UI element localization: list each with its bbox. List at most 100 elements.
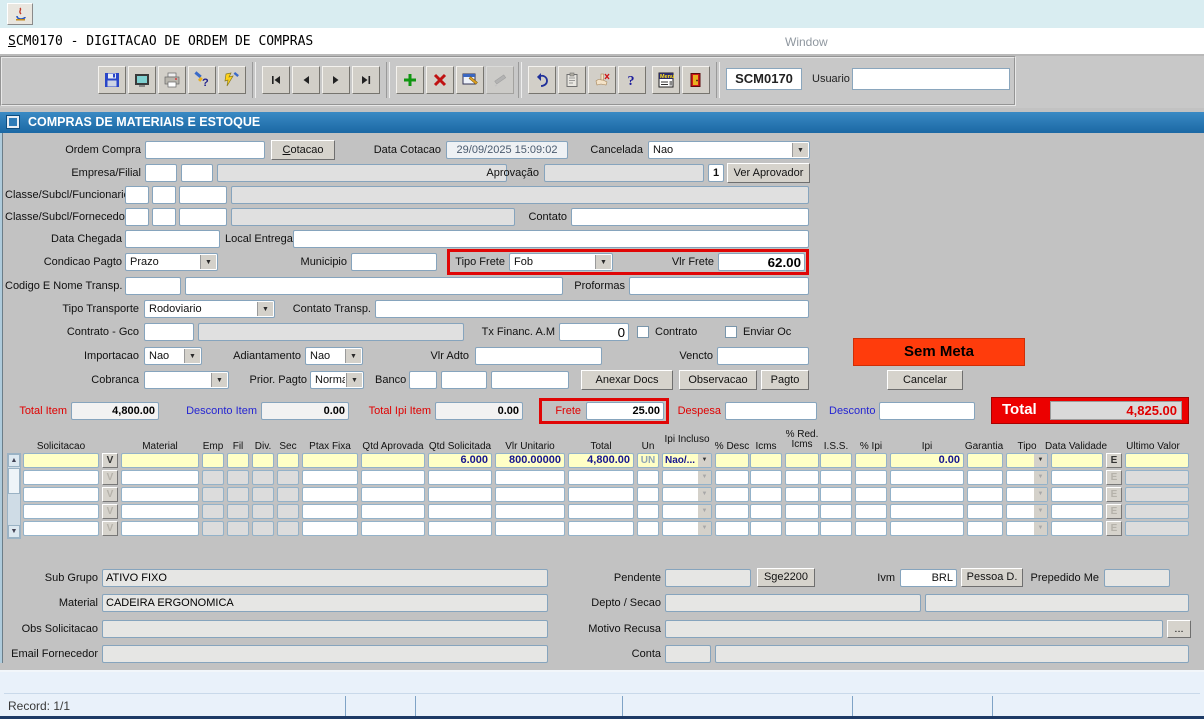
cell-data-validade[interactable]: [1051, 453, 1103, 468]
cell-vlr-unitario[interactable]: [495, 521, 565, 536]
v-button[interactable]: V: [102, 453, 118, 468]
undo-button[interactable]: [528, 66, 556, 94]
cell-ipi[interactable]: [890, 521, 964, 536]
scroll-up-icon[interactable]: ▲: [8, 454, 20, 467]
observacao-button[interactable]: Observacao: [679, 370, 757, 390]
cell-pct-red-icms[interactable]: [785, 453, 819, 468]
empresa-input[interactable]: [145, 164, 177, 182]
cell-qtd-aprovada[interactable]: [361, 487, 425, 502]
tipo-transporte-dropdown[interactable]: Rodoviario▼: [144, 300, 275, 318]
cell-pct-ipi[interactable]: [855, 521, 887, 536]
delete-record-button[interactable]: [426, 66, 454, 94]
cell-iss[interactable]: [820, 521, 852, 536]
cell-material[interactable]: [121, 470, 199, 485]
vencto-input[interactable]: [717, 347, 809, 365]
cell-qtd-solicitada[interactable]: [428, 521, 492, 536]
cell-material[interactable]: [121, 521, 199, 536]
cobranca-dropdown[interactable]: ▼: [144, 371, 229, 389]
codigo-transp-input[interactable]: [125, 277, 181, 295]
execute-button[interactable]: [218, 66, 246, 94]
cell-solicitacao[interactable]: [23, 521, 99, 536]
cell-pct-red-icms[interactable]: [785, 521, 819, 536]
cell-div[interactable]: [252, 453, 274, 468]
cell-sec[interactable]: [277, 453, 299, 468]
first-record-button[interactable]: [262, 66, 290, 94]
cell-material[interactable]: [121, 453, 199, 468]
cell-solicitacao[interactable]: [23, 487, 99, 502]
classe-forn-2-input[interactable]: [152, 208, 176, 226]
cell-qtd-solicitada[interactable]: [428, 504, 492, 519]
cell-icms[interactable]: [750, 487, 782, 502]
cell-qtd-solicitada[interactable]: [428, 470, 492, 485]
cut-record-button[interactable]: [588, 66, 616, 94]
classe-forn-1-input[interactable]: [125, 208, 149, 226]
scrollbar-thumb[interactable]: [8, 468, 20, 494]
menu-button[interactable]: Menu: [652, 66, 680, 94]
tx-financ-input[interactable]: [559, 323, 629, 341]
data-chegada-input[interactable]: [125, 230, 220, 248]
classe-func-3-input[interactable]: [179, 186, 227, 204]
menu-item-window[interactable]: Window: [785, 28, 828, 54]
cell-garantia[interactable]: [967, 453, 1003, 468]
e-button[interactable]: E: [1106, 453, 1122, 468]
cell-total[interactable]: [568, 521, 634, 536]
vlr-adto-input[interactable]: [475, 347, 602, 365]
cell-ipi[interactable]: 0.00: [890, 453, 964, 468]
cell-vlr-unitario[interactable]: [495, 504, 565, 519]
cell-icms[interactable]: [750, 521, 782, 536]
contrato-gco-input[interactable]: [144, 323, 194, 341]
cell-garantia[interactable]: [967, 487, 1003, 502]
last-record-button[interactable]: [352, 66, 380, 94]
cell-solicitacao[interactable]: [23, 504, 99, 519]
cell-ptax-fixa[interactable]: [302, 504, 358, 519]
proformas-input[interactable]: [629, 277, 809, 295]
cell-data-validade[interactable]: [1051, 487, 1103, 502]
enviar-oc-checkbox[interactable]: [725, 326, 737, 338]
cell-pct-red-icms[interactable]: [785, 487, 819, 502]
cell-pct-desc[interactable]: [715, 521, 749, 536]
cell-vlr-unitario[interactable]: [495, 470, 565, 485]
help-button[interactable]: ?: [618, 66, 646, 94]
classe-func-2-input[interactable]: [152, 186, 176, 204]
filial-input[interactable]: [181, 164, 213, 182]
cell-vlr-unitario[interactable]: [495, 487, 565, 502]
cell-vlr-unitario[interactable]: 800.00000: [495, 453, 565, 468]
contato-transp-input[interactable]: [375, 300, 809, 318]
cell-data-validade[interactable]: [1051, 470, 1103, 485]
enter-query-button[interactable]: [456, 66, 484, 94]
local-entrega-input[interactable]: [293, 230, 809, 248]
contato-input[interactable]: [571, 208, 809, 226]
save-button[interactable]: [98, 66, 126, 94]
nome-transp-input[interactable]: [185, 277, 563, 295]
cell-total[interactable]: [568, 470, 634, 485]
cell-pct-desc[interactable]: [715, 487, 749, 502]
cell-icms[interactable]: [750, 504, 782, 519]
next-record-button[interactable]: [322, 66, 350, 94]
banco-1-input[interactable]: [409, 371, 437, 389]
cell-data-validade[interactable]: [1051, 504, 1103, 519]
java-app-button[interactable]: [7, 3, 33, 25]
desconto-input[interactable]: [879, 402, 975, 420]
cell-ipi[interactable]: [890, 504, 964, 519]
cell-ptax-fixa[interactable]: [302, 521, 358, 536]
cell-iss[interactable]: [820, 504, 852, 519]
cell-pct-ipi[interactable]: [855, 470, 887, 485]
cell-qtd-aprovada[interactable]: [361, 453, 425, 468]
cell-data-validade[interactable]: [1051, 521, 1103, 536]
cell-qtd-aprovada[interactable]: [361, 470, 425, 485]
cell-garantia[interactable]: [967, 521, 1003, 536]
cell-garantia[interactable]: [967, 470, 1003, 485]
pessoa-d-button[interactable]: Pessoa D.: [961, 568, 1023, 587]
ordem-compra-input[interactable]: [145, 141, 265, 159]
cell-total[interactable]: 4,800.00: [568, 453, 634, 468]
cell-qtd-aprovada[interactable]: [361, 521, 425, 536]
cell-icms[interactable]: [750, 470, 782, 485]
tipo-frete-dropdown[interactable]: Fob▼: [509, 253, 613, 271]
cell-pct-desc[interactable]: [715, 504, 749, 519]
cell-pct-ipi[interactable]: [855, 487, 887, 502]
cell-icms[interactable]: [750, 453, 782, 468]
anexar-docs-button[interactable]: Anexar Docs: [581, 370, 673, 390]
sge2200-button[interactable]: Sge2200: [757, 568, 815, 587]
banco-2-input[interactable]: [441, 371, 487, 389]
ellipsis-button[interactable]: ...: [1167, 620, 1191, 638]
